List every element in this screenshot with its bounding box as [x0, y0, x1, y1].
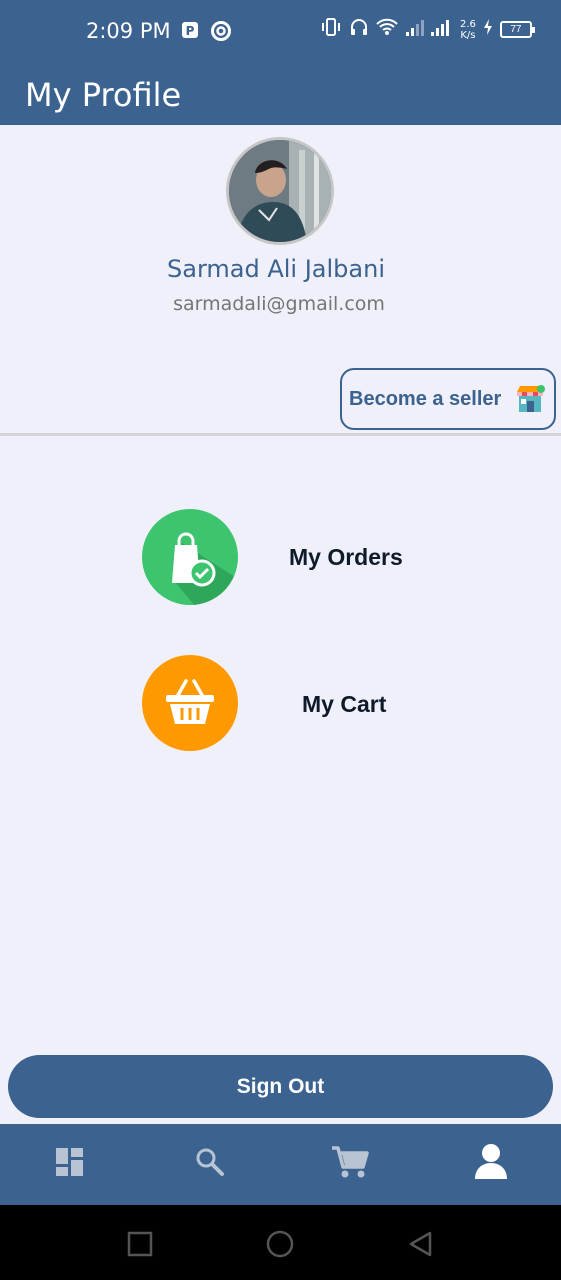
user-name: Sarmad Ali Jalbani [167, 255, 385, 283]
signal-icon [405, 18, 453, 41]
net-speed: 2.6 K/s [460, 19, 476, 41]
headphones-icon [349, 17, 369, 42]
net-speed-unit: K/s [460, 29, 476, 41]
user-email: sarmadali@gmail.com [173, 293, 385, 315]
divider [0, 433, 561, 436]
sign-out-button[interactable]: Sign Out [8, 1055, 553, 1118]
nav-dashboard[interactable] [0, 1124, 140, 1205]
menu-item-my-orders[interactable]: My Orders [0, 507, 561, 607]
recent-apps-icon[interactable] [125, 1229, 155, 1259]
battery-icon: 77 [499, 21, 535, 38]
home-icon[interactable] [265, 1229, 295, 1259]
dashboard-icon [55, 1147, 85, 1182]
menu-label-my-orders: My Orders [289, 544, 403, 570]
back-icon[interactable] [405, 1229, 435, 1259]
status-time: 2:09 PM [86, 19, 171, 43]
profile-icon [474, 1143, 508, 1186]
nav-search[interactable] [140, 1124, 280, 1205]
wifi-icon [376, 18, 398, 41]
parking-icon: P [180, 20, 200, 47]
become-seller-label: Become a seller [349, 387, 502, 410]
svg-text:P: P [186, 24, 195, 38]
status-icons-right: 2.6 K/s 77 [320, 17, 535, 42]
system-nav-bar [0, 1205, 561, 1280]
status-bar: 2:09 PM P 2.6 K/s 77 [0, 0, 561, 64]
search-icon [195, 1147, 225, 1182]
menu-item-my-cart[interactable]: My Cart [0, 654, 561, 754]
shopping-bag-check-icon [142, 509, 238, 605]
at-icon [210, 20, 232, 47]
app-bar: My Profile [0, 64, 561, 125]
nav-profile[interactable] [421, 1124, 561, 1205]
bottom-nav [0, 1124, 561, 1205]
net-speed-value: 2.6 [460, 18, 476, 30]
shop-icon [514, 383, 546, 420]
basket-icon [142, 655, 238, 751]
cart-icon [331, 1145, 369, 1184]
avatar [226, 137, 334, 245]
nav-cart[interactable] [280, 1124, 420, 1205]
become-seller-button[interactable]: Become a seller [340, 368, 556, 430]
page-title: My Profile [25, 76, 182, 114]
charging-icon [483, 19, 493, 40]
status-icons-left: P [180, 20, 232, 47]
vibrate-icon [320, 17, 342, 42]
menu-label-my-cart: My Cart [302, 691, 387, 717]
